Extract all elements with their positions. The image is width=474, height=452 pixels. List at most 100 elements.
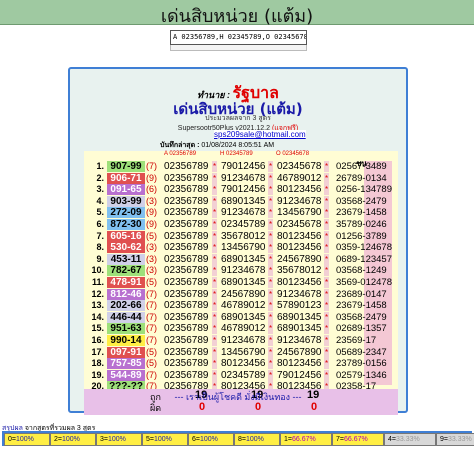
pair-count: (3) [146, 253, 157, 264]
pair-count: (5) [146, 346, 157, 357]
summary-digit: 5= [146, 436, 154, 443]
pair-count: (9) [146, 207, 157, 218]
summary-percent: 66.67% [291, 436, 316, 443]
formula-o-digits: 91234678 [277, 195, 322, 207]
pair-count: (7) [146, 369, 157, 380]
mark-a: * [212, 335, 217, 346]
pair-value: 544-89 [107, 369, 145, 381]
summary-chip: 8=100% [234, 433, 280, 446]
summary-digit: 2= [54, 436, 62, 443]
mark-a: * [212, 242, 217, 254]
formula-h-digits: 13456790 [221, 242, 266, 254]
row-number: 9. [96, 253, 104, 264]
pair-count: (7) [146, 300, 157, 311]
result-digits: 26789-0134 [336, 172, 387, 184]
mark-o: * [324, 335, 329, 346]
mark-a: * [212, 207, 217, 219]
result-digits: 03568-1249 [336, 265, 387, 277]
pair-count: (7) [146, 288, 157, 299]
pair-value: 478-91 [107, 277, 145, 288]
last-saved-label: บันทึกล่าสุด : [160, 142, 200, 149]
mark-h: * [268, 195, 273, 207]
summary-chip: 5=100% [142, 433, 188, 446]
mark-a: * [212, 323, 217, 335]
summary-percent: 100% [153, 436, 172, 443]
mark-a: * [212, 311, 217, 323]
row-number: 18. [91, 358, 104, 369]
result-panel: ทำนาย : รัฐบาล เด่นสิบหน่วย (แต้ม) ประมว… [68, 67, 408, 415]
mark-a: * [212, 161, 217, 172]
pair-value: 903-99 [107, 195, 145, 207]
result-digits: 35789-0246 [336, 219, 387, 230]
result-digits: 02689-1357 [336, 323, 387, 335]
summary-percent: 33.33% [395, 436, 420, 443]
formula-h-digits: 35678012 [221, 230, 266, 242]
mark-a: * [212, 288, 217, 300]
summary-chip: 6=100% [188, 433, 234, 446]
mark-h: * [268, 358, 273, 370]
summary-digit: 0= [8, 436, 16, 443]
formula-o-digits: 80123456 [277, 230, 322, 242]
formula-o-digits: 13456790 [277, 207, 322, 219]
pair-value: 605-16 [107, 230, 145, 242]
pair-count: (5) [146, 277, 157, 287]
last-saved-value: 01/08/2024 8:05:51 AM [201, 142, 275, 149]
summary-percent: 33.33% [447, 436, 472, 443]
mark-h: * [268, 288, 273, 300]
summary-chip: 9=33.33% [436, 433, 474, 446]
formula-a-digits: 02356789 [164, 369, 209, 381]
pair-count: (6) [146, 184, 157, 195]
mark-h: * [268, 207, 273, 219]
result-digits: 23569-17 [336, 335, 377, 346]
formula-h-digits: 24567890 [221, 288, 266, 300]
summary-percent: 100% [199, 436, 218, 443]
formula-o-digits: 80123456 [277, 242, 322, 254]
formula-o-digits: 02345678 [277, 161, 322, 172]
pair-value: 453-11 [107, 253, 145, 265]
mark-h: * [268, 219, 273, 230]
pair-value: 097-91 [107, 346, 145, 358]
formula-input[interactable]: A 02356789,H 02345789,O 02345678 [170, 30, 307, 45]
formula-h-digits: 68901345 [221, 277, 266, 288]
formula-a-digits: 02356789 [164, 346, 209, 358]
mark-o: * [324, 277, 329, 288]
formula-h-digits: 80123456 [221, 358, 266, 370]
col-head-o: O 02345678 [276, 151, 310, 157]
result-digits: 05689-2347 [336, 346, 387, 358]
result-digits: 0689-123457 [336, 253, 392, 265]
formula-h-digits: 91234678 [221, 265, 266, 277]
pair-count: (7) [146, 335, 157, 345]
email-link[interactable]: sps209sale@hotmail.com [214, 130, 306, 139]
pair-count: (3) [146, 195, 157, 206]
mark-a: * [212, 346, 217, 358]
formula-a-digits: 02356789 [164, 230, 209, 242]
summary-chip: 2=100% [50, 433, 96, 446]
row-number: 19. [91, 369, 104, 380]
mark-a: * [212, 195, 217, 207]
mark-o: * [324, 207, 329, 219]
mark-o: * [324, 230, 329, 242]
mark-o: * [324, 323, 329, 335]
formula-a-digits: 02356789 [164, 172, 209, 184]
pair-value: 272-09 [107, 207, 145, 219]
mark-o: * [324, 358, 329, 370]
mark-a: * [212, 184, 217, 196]
mark-h: * [268, 184, 273, 196]
summary-digit: 3= [100, 436, 108, 443]
row-number: 12. [91, 288, 104, 299]
input-resize-handle[interactable] [170, 45, 307, 51]
formula-a-digits: 02356789 [164, 323, 209, 335]
pair-value: 530-62 [107, 242, 145, 254]
formula-h-digits: 68901345 [221, 253, 266, 265]
prediction-table: A 02356789 H 02345789 O 02345678 ชน 1. 90… [84, 151, 398, 393]
pair-count: (5) [146, 358, 157, 369]
formula-h-digits: 13456790 [221, 346, 266, 358]
row-number: 5. [96, 207, 104, 218]
pair-count: (9) [146, 172, 157, 183]
mark-o: * [324, 300, 329, 312]
row-number: 11. [91, 277, 104, 287]
result-digits: 03568-2479 [336, 311, 387, 323]
result-digits: 0359-124678 [336, 242, 392, 254]
formula-a-digits: 02356789 [164, 242, 209, 254]
mark-a: * [212, 358, 217, 370]
